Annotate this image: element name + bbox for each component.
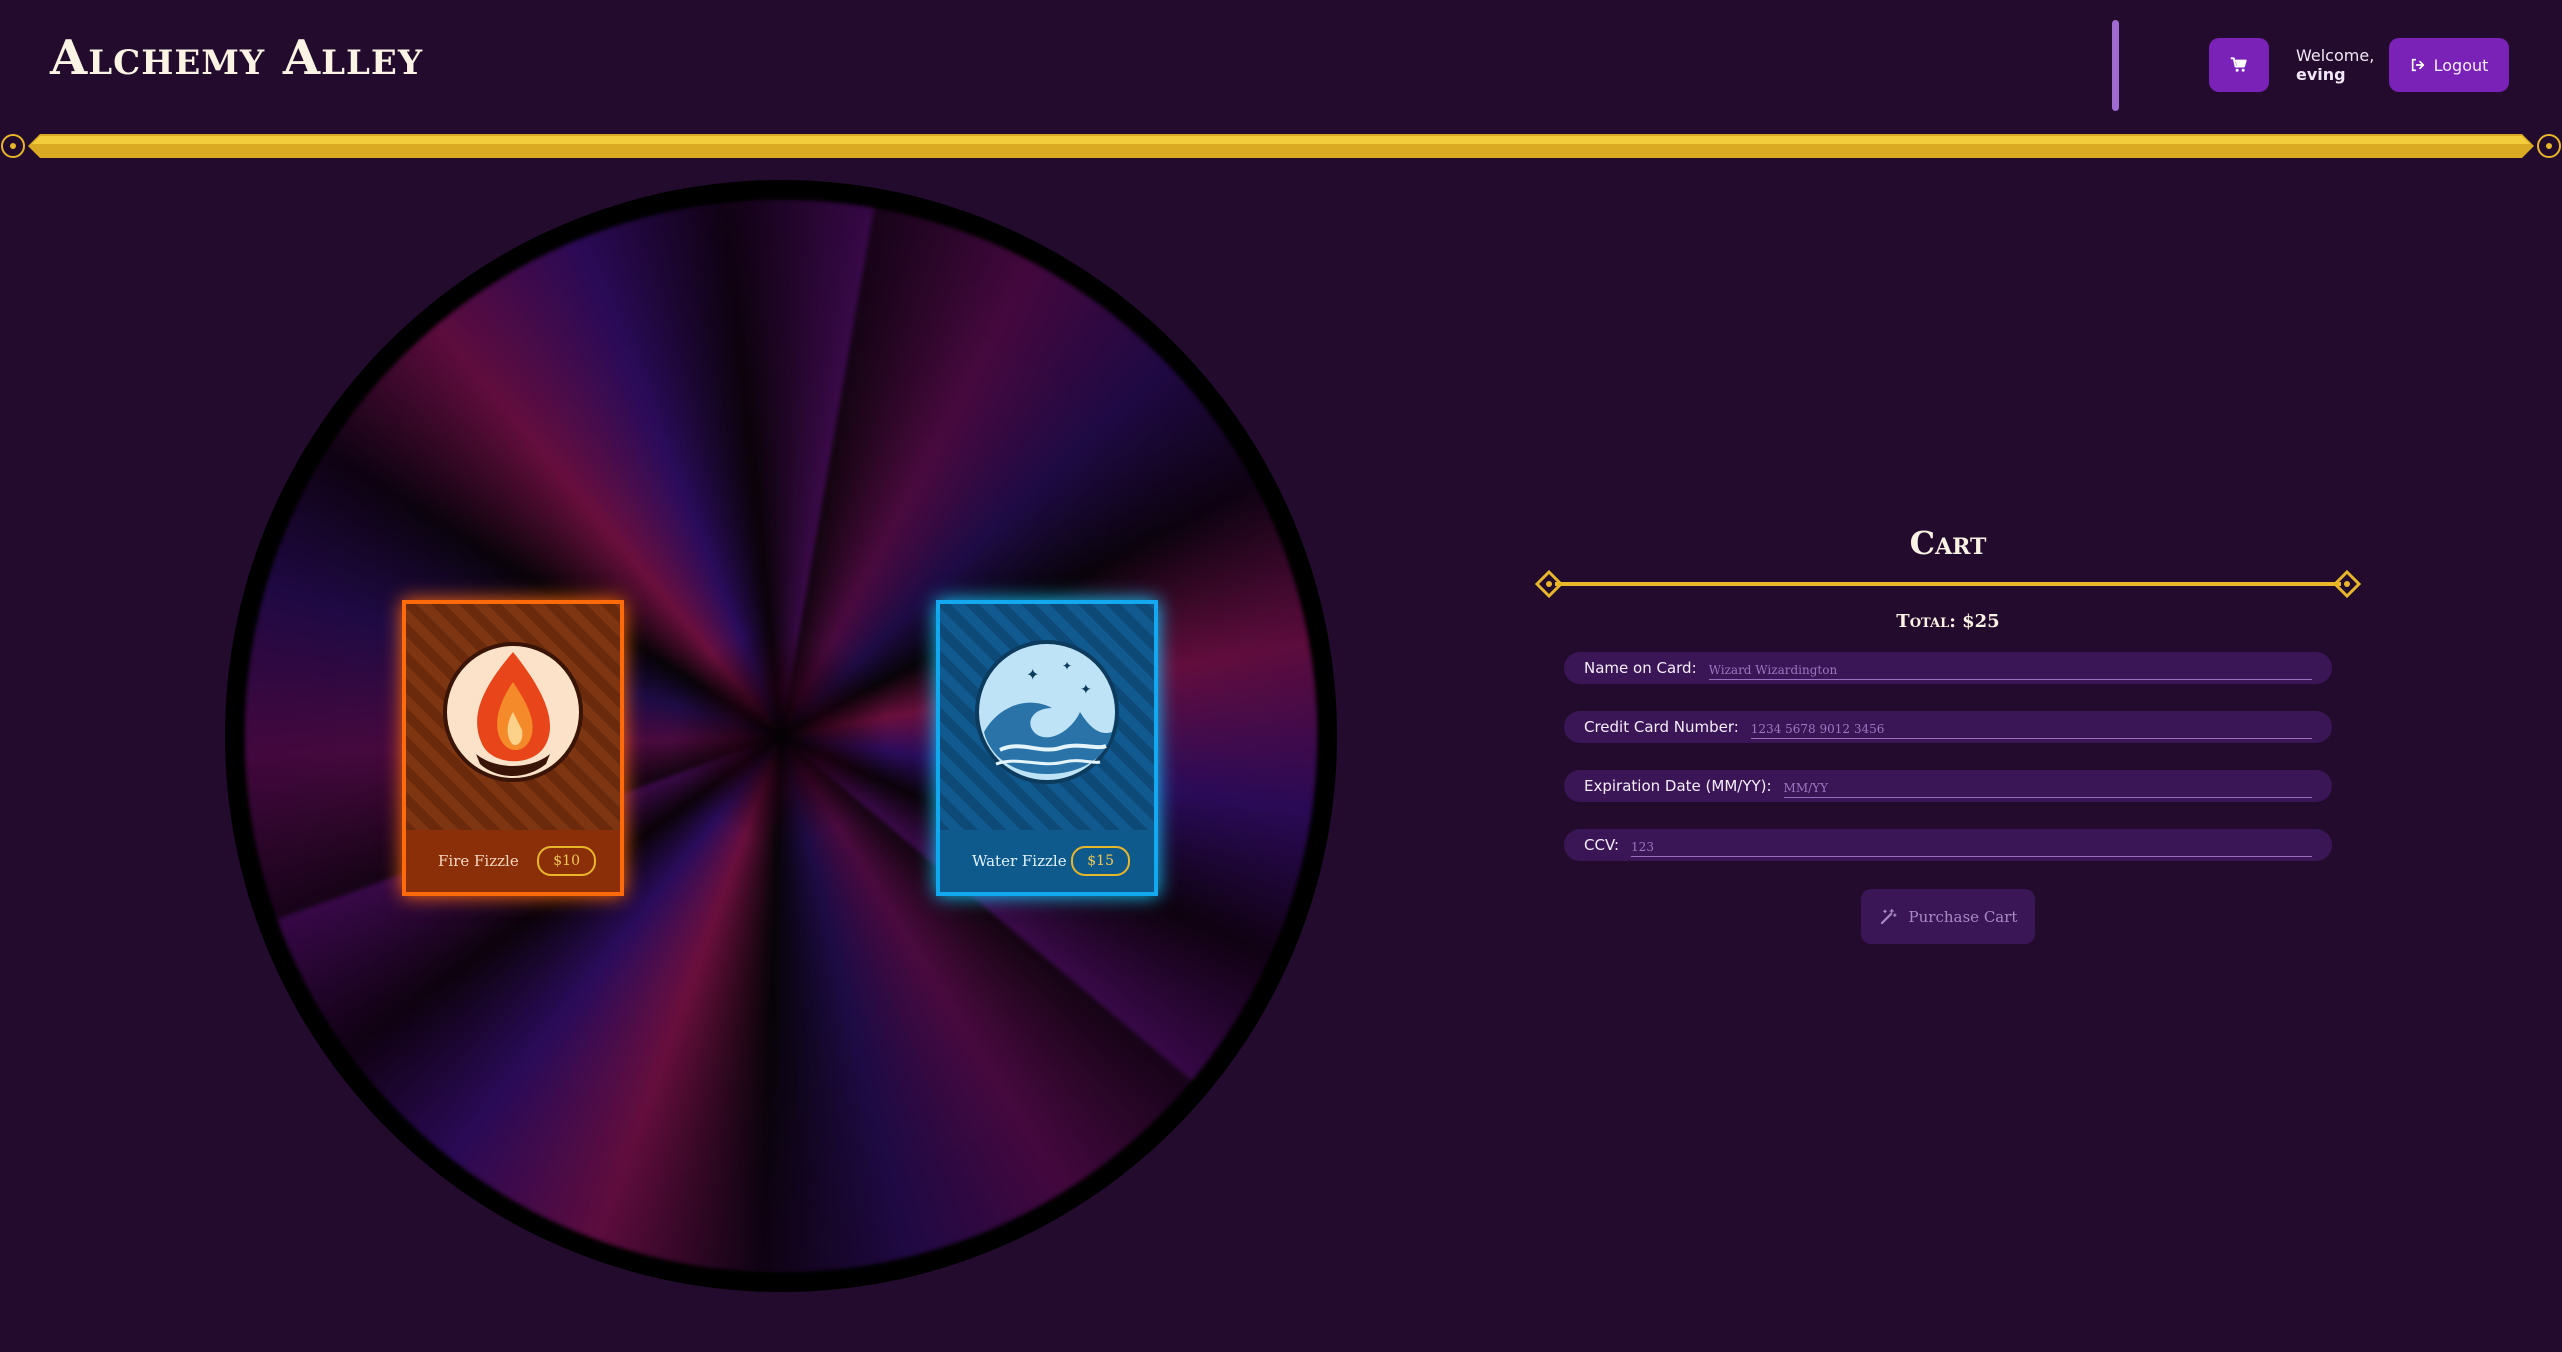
product-card-water-fizzle[interactable]: ✦ ✦ ✦ Water Fizzle $15 <box>936 600 1158 896</box>
logout-button[interactable]: Logout <box>2389 38 2509 92</box>
svg-text:✦: ✦ <box>1026 665 1039 684</box>
ccv-input[interactable] <box>1631 837 2312 857</box>
svg-text:✦: ✦ <box>1080 682 1092 698</box>
product-art <box>406 604 620 834</box>
product-name: Fire Fizzle <box>438 852 519 870</box>
magic-wand-icon <box>1880 908 1897 924</box>
cart-title: Cart <box>1909 524 1987 562</box>
portal <box>225 180 1337 1292</box>
gold-divider <box>1 134 2561 158</box>
cart-divider <box>1535 570 2361 598</box>
fire-emblem-icon <box>443 642 583 782</box>
product-card-fire-fizzle[interactable]: Fire Fizzle $10 <box>402 600 624 896</box>
purchase-cart-label: Purchase Cart <box>1908 907 2018 926</box>
username: eving <box>2296 65 2346 84</box>
cart-total: Total: $25 <box>1896 611 2000 632</box>
site-logo[interactable]: Alchemy Alley <box>50 30 423 86</box>
card-number-label: Credit Card Number: <box>1584 718 1739 736</box>
logout-label: Logout <box>2433 55 2489 75</box>
product-price: $15 <box>1071 846 1130 876</box>
card-number-input[interactable] <box>1750 719 2312 739</box>
ccv-label: CCV: <box>1584 836 1620 854</box>
header: Alchemy Alley Welcome, eving Logout <box>0 0 2562 130</box>
svg-text:✦: ✦ <box>1062 659 1072 673</box>
welcome-message: Welcome, eving <box>2296 46 2374 84</box>
expiration-label: Expiration Date (MM/YY): <box>1584 777 1772 795</box>
product-art: ✦ ✦ ✦ <box>940 604 1154 834</box>
product-name: Water Fizzle <box>972 852 1067 870</box>
header-divider <box>2112 20 2119 111</box>
purchase-cart-button[interactable]: Purchase Cart <box>1861 889 2035 944</box>
cart-icon <box>2230 57 2247 72</box>
product-price: $10 <box>537 846 596 876</box>
name-on-card-input[interactable] <box>1708 660 2312 680</box>
expiration-input[interactable] <box>1783 778 2312 798</box>
cart-button[interactable] <box>2209 38 2269 92</box>
logout-icon <box>2411 58 2424 72</box>
card-number-field: Credit Card Number: <box>1564 711 2332 743</box>
wave-emblem-icon: ✦ ✦ ✦ <box>975 640 1119 784</box>
welcome-label: Welcome, <box>2296 46 2375 65</box>
name-on-card-label: Name on Card: <box>1584 659 1697 677</box>
ccv-field: CCV: <box>1564 829 2332 861</box>
expiration-field: Expiration Date (MM/YY): <box>1564 770 2332 802</box>
name-on-card-field: Name on Card: <box>1564 652 2332 684</box>
